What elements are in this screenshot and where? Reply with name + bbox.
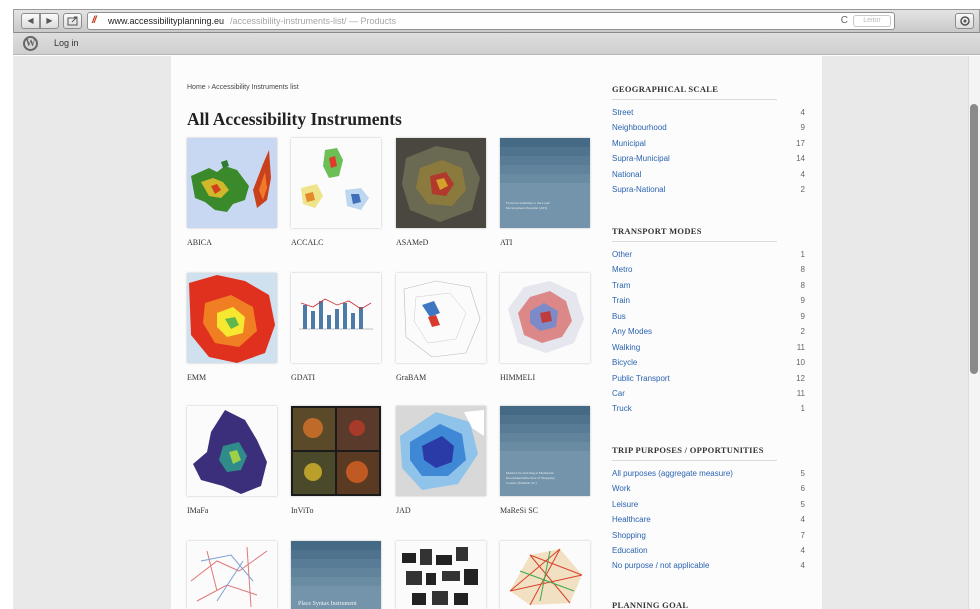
- site-icon: //: [92, 15, 96, 26]
- heading-trip-purposes: TRIP PURPOSES / OPPORTUNITIES: [612, 445, 777, 461]
- filter-trip-work[interactable]: Work 6: [612, 484, 805, 496]
- url-path: /accessibility-instruments-list/ — Produ…: [230, 16, 397, 26]
- thumbnail-place-syntax[interactable]: Place Syntax Instrument: [291, 541, 381, 609]
- instrument-label[interactable]: JAD: [396, 506, 411, 515]
- thumbnail-grabam[interactable]: [396, 273, 486, 363]
- filter-geo-neighbourhood[interactable]: Neighbourhood 9: [612, 123, 805, 135]
- reload-icon[interactable]: C: [841, 13, 848, 29]
- heading-geographical-scale: GEOGRAPHICAL SCALE: [612, 84, 777, 100]
- instrument-label[interactable]: ACCALC: [291, 238, 323, 247]
- filter-mode-train[interactable]: Train 9: [612, 296, 805, 308]
- forward-icon: ▶: [46, 16, 53, 25]
- instrument-label[interactable]: EMM: [187, 373, 206, 382]
- thumbnail-jad[interactable]: [396, 406, 486, 496]
- thumbnail-ati[interactable]: From Accessibility to the Land Developmen…: [500, 138, 590, 228]
- abica-map: [191, 150, 271, 212]
- filter-geo-national[interactable]: National 4: [612, 170, 805, 182]
- asamed-map: [402, 146, 480, 222]
- thumbnail-row4-1[interactable]: [187, 541, 277, 609]
- filter-trip-leisure[interactable]: Leisure 5: [612, 500, 805, 512]
- place-syntax-cover: Place Syntax Instrument: [291, 541, 381, 609]
- filter-trip-shopping[interactable]: Shopping 7: [612, 531, 805, 543]
- download-button[interactable]: [955, 13, 974, 29]
- forward-button[interactable]: ▶: [40, 13, 59, 29]
- ati-cover: From Accessibility to the Land Developmen…: [500, 138, 590, 228]
- instrument-label[interactable]: GDATI: [291, 373, 315, 382]
- place-syntax-title: Place Syntax Instrument: [298, 601, 357, 607]
- filter-geo-supra-municipal[interactable]: Supra-Municipal 14: [612, 154, 805, 166]
- filter-geo-supra-national[interactable]: Supra-National 2: [612, 185, 805, 197]
- url-domain: www.accessibilityplanning.eu: [108, 16, 225, 26]
- accalc-map: [301, 148, 369, 210]
- address-bar[interactable]: // www.accessibilityplanning.eu /accessi…: [87, 12, 895, 30]
- thumbnail-accalc[interactable]: [291, 138, 381, 228]
- invito-map: [293, 408, 379, 494]
- network-map: [190, 546, 268, 608]
- breadcrumb[interactable]: Home › Accessibility Instruments list: [187, 84, 299, 91]
- ati-cover-title: From Accessibility to the Land Developmen…: [506, 201, 550, 210]
- filter-mode-bus[interactable]: Bus 9: [612, 312, 805, 324]
- himmeli-map: [508, 281, 584, 353]
- instrument-label[interactable]: ABICA: [187, 238, 212, 247]
- thumbnail-row4-4[interactable]: [500, 541, 590, 609]
- thumbnail-emm[interactable]: [187, 273, 277, 363]
- grabam-map: [403, 280, 481, 358]
- gdati-chart: [299, 298, 373, 330]
- filter-mode-public-transport[interactable]: Public Transport 12: [612, 374, 805, 386]
- filter-mode-walking[interactable]: Walking 11: [612, 343, 805, 355]
- instrument-label[interactable]: GraBAM: [396, 373, 426, 382]
- back-button[interactable]: ◀: [21, 13, 40, 29]
- filter-mode-metro[interactable]: Metro 8: [612, 265, 805, 277]
- page-title: All Accessibility Instruments: [187, 109, 402, 129]
- filter-mode-car[interactable]: Car 11: [612, 389, 805, 401]
- thumbnail-imafa[interactable]: [187, 406, 277, 496]
- filter-mode-any[interactable]: Any Modes 2: [612, 327, 805, 339]
- thumbnail-gdati[interactable]: [291, 273, 381, 363]
- filter-geo-street[interactable]: Street 4: [612, 108, 805, 120]
- instrument-label[interactable]: ATI: [500, 238, 512, 247]
- jad-map: [400, 410, 484, 490]
- share-button[interactable]: [63, 13, 82, 29]
- maresi-cover: Method for Arriving at Maximum Recommenda…: [500, 406, 590, 496]
- network-graph: [509, 548, 583, 606]
- heading-planning-goal: PLANNING GOAL: [612, 600, 689, 609]
- thumbnail-abica[interactable]: [187, 138, 277, 228]
- filter-mode-tram[interactable]: Tram 8: [612, 281, 805, 293]
- scrollbar-thumb[interactable]: [970, 104, 978, 374]
- imafa-map: [193, 410, 267, 494]
- emm-map: [189, 275, 275, 363]
- wordpress-logo-icon[interactable]: W: [23, 36, 38, 51]
- instrument-label[interactable]: IMaFa: [187, 506, 208, 515]
- admin-bar: W Log in: [13, 33, 980, 55]
- back-icon: ◀: [27, 16, 34, 25]
- street-plan: [402, 547, 478, 605]
- download-icon: [959, 16, 970, 26]
- filter-trip-education[interactable]: Education 4: [612, 546, 805, 558]
- instrument-label[interactable]: HIMMELI: [500, 373, 535, 382]
- thumbnail-himmeli[interactable]: [500, 273, 590, 363]
- filter-mode-other[interactable]: Other 1: [612, 250, 805, 262]
- thumbnail-row4-3[interactable]: [396, 541, 486, 609]
- thumbnail-asamed[interactable]: [396, 138, 486, 228]
- reader-button[interactable]: Leitor: [853, 15, 891, 27]
- instrument-label[interactable]: MaReSi SC: [500, 506, 538, 515]
- filter-mode-bicycle[interactable]: Bicycle 10: [612, 358, 805, 370]
- filter-trip-no-purpose[interactable]: No purpose / not applicable 4: [612, 561, 805, 573]
- filter-trip-all[interactable]: All purposes (aggregate measure) 5: [612, 469, 805, 481]
- thumbnail-invito[interactable]: [291, 406, 381, 496]
- login-link[interactable]: Log in: [54, 38, 79, 48]
- filter-mode-truck[interactable]: Truck 1: [612, 404, 805, 416]
- browser-toolbar: ◀ ▶ // www.accessibilityplanning.eu /acc…: [13, 9, 980, 33]
- share-icon: [67, 16, 77, 26]
- instrument-label[interactable]: ASAMeD: [396, 238, 428, 247]
- heading-transport-modes: TRANSPORT MODES: [612, 226, 777, 242]
- instrument-label[interactable]: InViTo: [291, 506, 314, 515]
- filter-geo-municipal[interactable]: Municipal 17: [612, 139, 805, 151]
- thumbnail-maresi[interactable]: Method for Arriving at Maximum Recommenda…: [500, 406, 590, 496]
- filter-trip-healthcare[interactable]: Healthcare 4: [612, 515, 805, 527]
